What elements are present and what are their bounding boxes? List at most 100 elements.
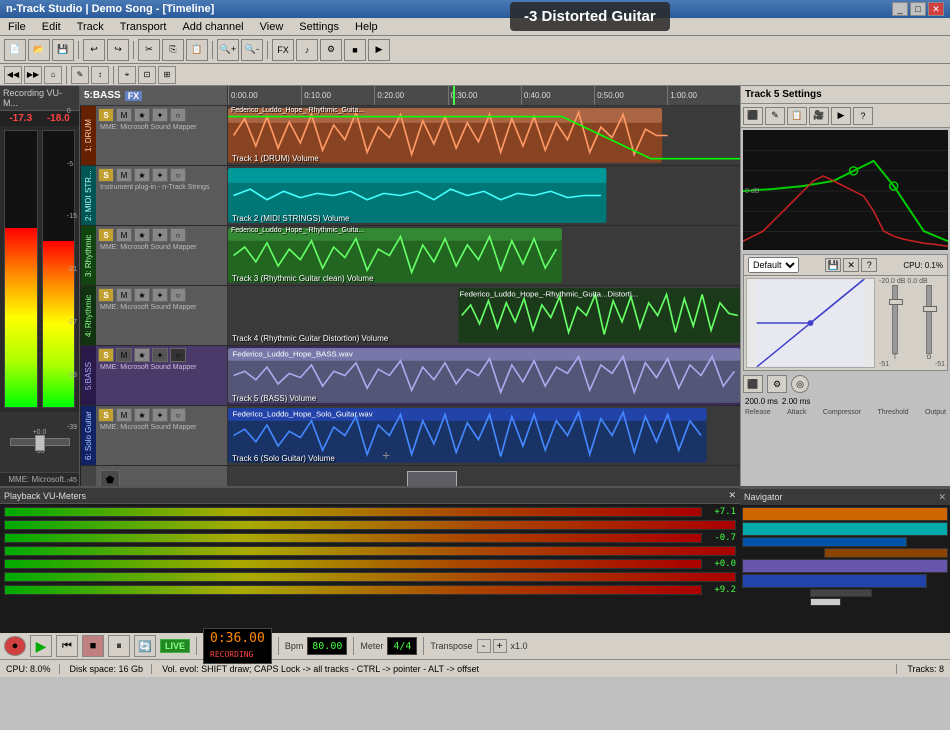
plugin-button[interactable]: ♪ — [296, 39, 318, 61]
menu-edit[interactable]: Edit — [34, 18, 69, 35]
fx-btn-4[interactable]: ★ — [134, 288, 150, 302]
comp-help-btn[interactable]: ? — [861, 258, 877, 272]
tb2-btn-5[interactable]: ↕ — [91, 66, 109, 84]
copy-button[interactable]: ⎘ — [162, 39, 184, 61]
track-content-6[interactable]: Federico_Loddo_Hope_Solo_Guitar.wav Trac… — [228, 406, 740, 465]
record-button[interactable]: ● — [4, 636, 26, 656]
track-content-5[interactable]: Federico_Luddo_Hope_BASS.wav Track 5 (BA… — [228, 346, 740, 405]
mute-btn-6[interactable]: M — [116, 408, 132, 422]
rewind-button[interactable]: ⏮ — [56, 635, 78, 657]
effects-button[interactable]: FX — [272, 39, 294, 61]
navigator-close[interactable]: ✕ — [938, 492, 946, 503]
solo-btn-4[interactable]: S — [98, 288, 114, 302]
menu-addchannel[interactable]: Add channel — [174, 18, 251, 35]
in-btn-1[interactable]: ○ — [170, 108, 186, 122]
mute-btn-1[interactable]: M — [116, 108, 132, 122]
settings-btn-4[interactable]: 🎥 — [809, 107, 829, 125]
mute-btn-4[interactable]: M — [116, 288, 132, 302]
tb2-btn-7[interactable]: ⊡ — [138, 66, 156, 84]
loop-button[interactable]: 🔄 — [134, 635, 156, 657]
solo-btn-6[interactable]: S — [98, 408, 114, 422]
menu-transport[interactable]: Transport — [112, 18, 175, 35]
in-btn-5[interactable]: ○ — [170, 348, 186, 362]
solo-btn-3[interactable]: S — [98, 228, 114, 242]
fx-btn-6[interactable]: ★ — [134, 408, 150, 422]
rec-btn-5[interactable]: ✦ — [152, 348, 168, 362]
track-content-4[interactable]: Federico_Luddo_Hope_-Rhythmic_Guita...Di… — [228, 286, 740, 345]
comp-save-btn[interactable]: 💾 — [825, 258, 841, 272]
playback-vu-close[interactable]: ✕ — [728, 490, 736, 501]
in-btn-3[interactable]: ○ — [170, 228, 186, 242]
tb2-btn-3[interactable]: ⌂ — [44, 66, 62, 84]
track-content-3[interactable]: Federico_Luddo_Hope_-Rhythmic_Guita... T… — [228, 226, 740, 285]
settings-btn-5[interactable]: ▶ — [831, 107, 851, 125]
minimize-button[interactable]: _ — [892, 2, 908, 16]
menu-file[interactable]: File — [0, 18, 34, 35]
vu-fader-thumb[interactable] — [35, 435, 45, 451]
tool5-button[interactable]: ▶ — [368, 39, 390, 61]
add-track-icon-6[interactable]: + — [382, 447, 390, 463]
transpose-up[interactable]: + — [493, 639, 507, 653]
fx-btn-5[interactable]: ★ — [134, 348, 150, 362]
fader-thumb-1[interactable] — [889, 299, 903, 305]
pause-button[interactable]: ⏸ — [108, 635, 130, 657]
track-content-2[interactable]: Track 2 (MIDI STRINGS) Volume — [228, 166, 740, 225]
menu-track[interactable]: Track — [69, 18, 112, 35]
transpose-down[interactable]: - — [477, 639, 491, 653]
tb2-btn-8[interactable]: ⊞ — [158, 66, 176, 84]
tool4-button[interactable]: ■ — [344, 39, 366, 61]
track-content-1[interactable]: Federico_Luddo_Hope_-Rhythmic_Guita... T… — [228, 106, 740, 165]
solo-btn-2[interactable]: S — [98, 168, 114, 182]
close-button[interactable]: ✕ — [928, 2, 944, 16]
mute-btn-2[interactable]: M — [116, 168, 132, 182]
meter-input[interactable] — [387, 637, 417, 655]
menu-view[interactable]: View — [252, 18, 292, 35]
in-btn-2[interactable]: ○ — [170, 168, 186, 182]
preset-select[interactable]: Default — [748, 257, 799, 273]
settings-btn-2[interactable]: ✎ — [765, 107, 785, 125]
fx-btn-1[interactable]: ★ — [134, 108, 150, 122]
tb2-btn-1[interactable]: ◀◀ — [4, 66, 22, 84]
redo-button[interactable]: ↪ — [107, 39, 129, 61]
tb2-btn-6[interactable]: ⌖ — [118, 66, 136, 84]
fx-btn-3[interactable]: ★ — [134, 228, 150, 242]
mute-btn-3[interactable]: M — [116, 228, 132, 242]
fx-btn-2[interactable]: ★ — [134, 168, 150, 182]
tool3-button[interactable]: ⚙ — [320, 39, 342, 61]
comp-mode-btn[interactable]: ⚙ — [767, 375, 787, 393]
fader-track-2[interactable] — [926, 285, 932, 354]
cut-button[interactable]: ✂ — [138, 39, 160, 61]
track-content-7[interactable]: Track 7 Volume + — [228, 466, 740, 486]
comp-enable-btn[interactable]: ⬛ — [743, 375, 763, 393]
comp-del-btn[interactable]: ✕ — [843, 258, 859, 272]
tb2-btn-4[interactable]: ✎ — [71, 66, 89, 84]
fader-thumb-2[interactable] — [923, 306, 937, 312]
save-button[interactable]: 💾 — [52, 39, 74, 61]
vu-fader[interactable] — [10, 438, 70, 446]
menu-settings[interactable]: Settings — [291, 18, 347, 35]
rec-btn-4[interactable]: ✦ — [152, 288, 168, 302]
stop-button[interactable]: ■ — [82, 635, 104, 657]
menu-help[interactable]: Help — [347, 18, 386, 35]
rec-btn-3[interactable]: ✦ — [152, 228, 168, 242]
in-btn-4[interactable]: ○ — [170, 288, 186, 302]
paste-button[interactable]: 📋 — [186, 39, 208, 61]
play-button[interactable]: ▶ — [30, 635, 52, 657]
zoom-out-button[interactable]: 🔍- — [241, 39, 263, 61]
solo-btn-1[interactable]: S — [98, 108, 114, 122]
settings-btn-1[interactable]: ⬛ — [743, 107, 763, 125]
zoom-in-button[interactable]: 🔍+ — [217, 39, 239, 61]
new-button[interactable]: 📄 — [4, 39, 26, 61]
mute-btn-5[interactable]: M — [116, 348, 132, 362]
undo-button[interactable]: ↩ — [83, 39, 105, 61]
rec-btn-2[interactable]: ✦ — [152, 168, 168, 182]
track7-icon[interactable]: ⬟ — [100, 470, 120, 486]
fx-header-btn[interactable]: FX — [125, 91, 143, 101]
tb2-btn-2[interactable]: ▶▶ — [24, 66, 42, 84]
fader-track-1[interactable] — [892, 285, 898, 354]
in-btn-6[interactable]: ○ — [170, 408, 186, 422]
comp-knob[interactable]: ◎ — [791, 375, 809, 393]
maximize-button[interactable]: □ — [910, 2, 926, 16]
settings-btn-3[interactable]: 📋 — [787, 107, 807, 125]
live-button[interactable]: LIVE — [160, 639, 190, 653]
